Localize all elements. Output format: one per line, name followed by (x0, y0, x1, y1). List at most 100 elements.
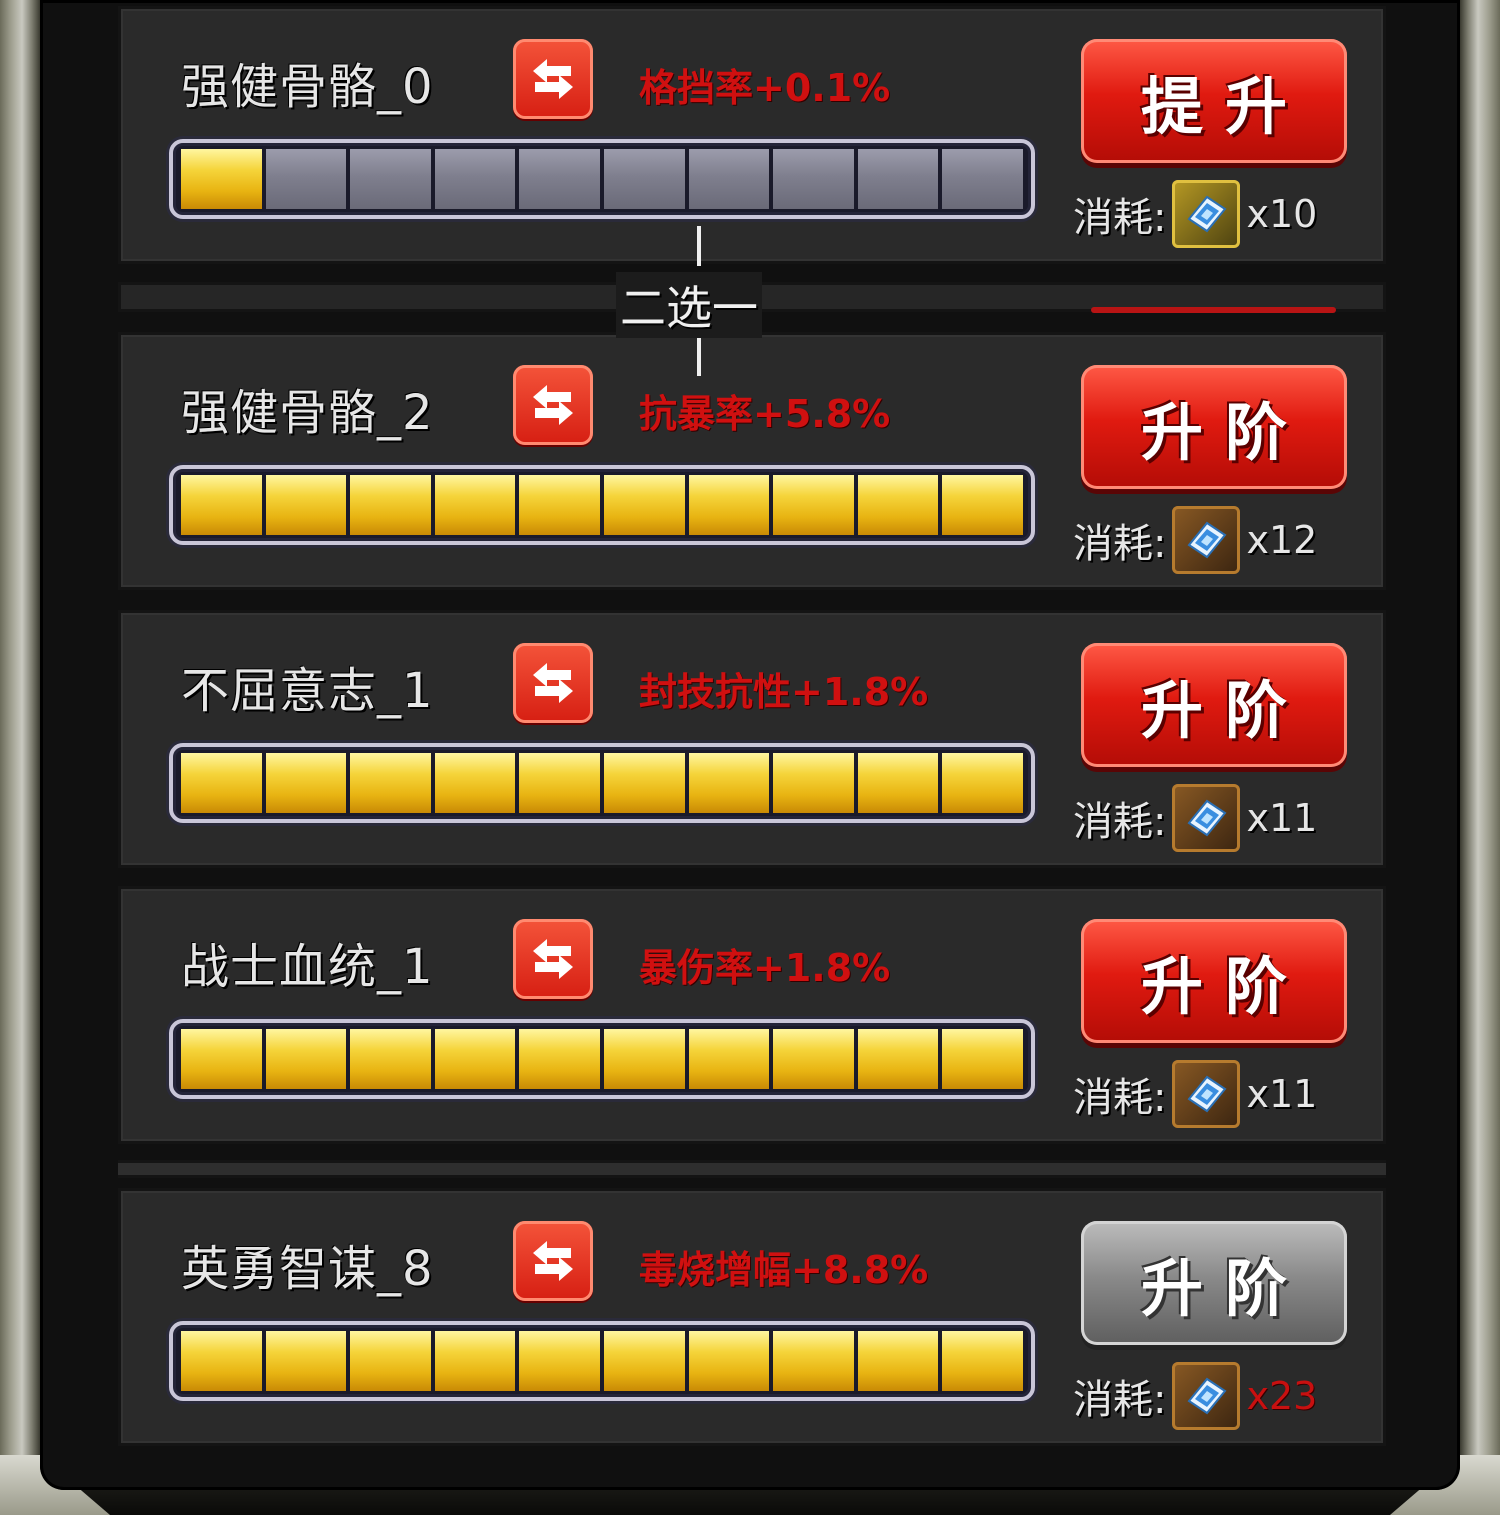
upgrade-cost: 消耗: x23 (1073, 1361, 1317, 1431)
talent-attribute: 抗暴率+5.8% (639, 392, 891, 436)
progress-segment (688, 1029, 770, 1089)
progress-segment (181, 1029, 262, 1089)
talent-progress-bar (169, 465, 1035, 545)
cost-label: 消耗: (1073, 521, 1167, 567)
progress-segment (942, 475, 1023, 535)
swap-arrows-icon (533, 1241, 573, 1281)
progress-segment (857, 753, 939, 813)
talent-card-5: 英勇智谋_8 毒烧增幅+8.8% 升阶 消耗: x23 (118, 1188, 1386, 1446)
upgrade-button[interactable]: 升阶 (1081, 919, 1347, 1043)
progress-segment (350, 1331, 431, 1391)
progress-segment (857, 1331, 939, 1391)
upgrade-book-icon (1172, 180, 1241, 248)
progress-segment (942, 1331, 1023, 1391)
swap-button[interactable] (513, 643, 593, 723)
progress-segment (773, 475, 854, 535)
progress-segment (688, 149, 770, 209)
upgrade-book-icon (1172, 1362, 1241, 1430)
talent-name: 英勇智谋_8 (181, 1241, 434, 1297)
progress-segment (181, 1331, 262, 1391)
progress-segment (773, 1331, 854, 1391)
progress-segment (265, 1029, 347, 1089)
upgrade-cost: 消耗: x11 (1073, 1059, 1317, 1129)
progress-segment (773, 149, 854, 209)
talent-attribute: 封技抗性+1.8% (639, 670, 929, 714)
swap-arrows-icon (533, 663, 573, 703)
swap-button[interactable] (513, 39, 593, 119)
progress-segment (519, 753, 600, 813)
cost-quantity: x11 (1246, 796, 1318, 840)
progress-segment (519, 149, 600, 209)
upgrade-button-label: 升阶 (1140, 674, 1309, 747)
progress-segment (857, 1029, 939, 1089)
upgrade-button-label: 升阶 (1140, 950, 1309, 1023)
talent-card-3: 不屈意志_1 封技抗性+1.8% 升阶 消耗: x11 (118, 610, 1386, 868)
progress-segment (603, 475, 685, 535)
talent-attribute: 格挡率+0.1% (639, 66, 891, 110)
progress-segment (350, 475, 431, 535)
hidden-button-edge (1091, 307, 1336, 313)
progress-segment (265, 149, 347, 209)
talent-card-4: 战士血统_1 暴伤率+1.8% 升阶 消耗: x11 (118, 886, 1386, 1144)
progress-segment (688, 1331, 770, 1391)
progress-segment (434, 753, 516, 813)
upgrade-cost: 消耗: x11 (1073, 783, 1317, 853)
progress-segment (181, 475, 262, 535)
talent-attribute: 暴伤率+1.8% (639, 946, 891, 990)
progress-segment (603, 149, 685, 209)
progress-segment (350, 753, 431, 813)
progress-segment (688, 475, 770, 535)
upgrade-button-label: 提升 (1140, 70, 1309, 143)
talent-progress-bar (169, 1019, 1035, 1099)
choose-divider-bottom (697, 334, 701, 376)
progress-segment (942, 149, 1023, 209)
talent-card-1: 强健骨骼_0 格挡率+0.1% 提升 消耗: x10 (118, 6, 1386, 264)
swap-arrows-icon (533, 385, 573, 425)
upgrade-button[interactable]: 升阶 (1081, 1221, 1347, 1345)
frame-right-border (1460, 0, 1500, 1515)
cost-quantity: x23 (1246, 1374, 1318, 1418)
upgrade-button[interactable]: 升阶 (1081, 643, 1347, 767)
talent-name: 战士血统_1 (181, 939, 434, 995)
upgrade-cost: 消耗: x12 (1073, 505, 1317, 575)
upgrade-button[interactable]: 升阶 (1081, 365, 1347, 489)
talent-progress-bar (169, 139, 1035, 219)
progress-segment (603, 753, 685, 813)
choose-divider-top (697, 226, 701, 266)
cost-quantity: x12 (1246, 518, 1318, 562)
progress-segment (519, 475, 600, 535)
progress-segment (942, 753, 1023, 813)
upgrade-book-icon (1172, 506, 1241, 574)
talent-name: 不屈意志_1 (181, 663, 434, 719)
progress-segment (688, 753, 770, 813)
progress-segment (434, 1029, 516, 1089)
cost-label: 消耗: (1073, 1377, 1167, 1423)
swap-arrows-icon (533, 59, 573, 99)
progress-segment (181, 753, 262, 813)
choose-one-label: 二选一 (616, 272, 762, 338)
progress-segment (350, 1029, 431, 1089)
swap-button[interactable] (513, 919, 593, 999)
talent-name: 强健骨骼_0 (181, 59, 434, 115)
cost-quantity: x11 (1246, 1072, 1318, 1116)
progress-segment (603, 1331, 685, 1391)
cost-label: 消耗: (1073, 799, 1167, 845)
talent-progress-bar (169, 743, 1035, 823)
swap-button[interactable] (513, 365, 593, 445)
upgrade-book-icon (1172, 1060, 1241, 1128)
upgrade-button-label: 升阶 (1140, 396, 1309, 469)
section-separator (118, 1160, 1386, 1178)
swap-button[interactable] (513, 1221, 593, 1301)
progress-segment (519, 1331, 600, 1391)
talent-progress-bar (169, 1321, 1035, 1401)
upgrade-button-label: 升阶 (1140, 1252, 1309, 1325)
progress-segment (773, 753, 854, 813)
progress-segment (942, 1029, 1023, 1089)
upgrade-button[interactable]: 提升 (1081, 39, 1347, 163)
progress-segment (265, 753, 347, 813)
talent-name: 强健骨骼_2 (181, 385, 434, 441)
progress-segment (603, 1029, 685, 1089)
cost-label: 消耗: (1073, 195, 1167, 241)
progress-segment (265, 475, 347, 535)
progress-segment (519, 1029, 600, 1089)
